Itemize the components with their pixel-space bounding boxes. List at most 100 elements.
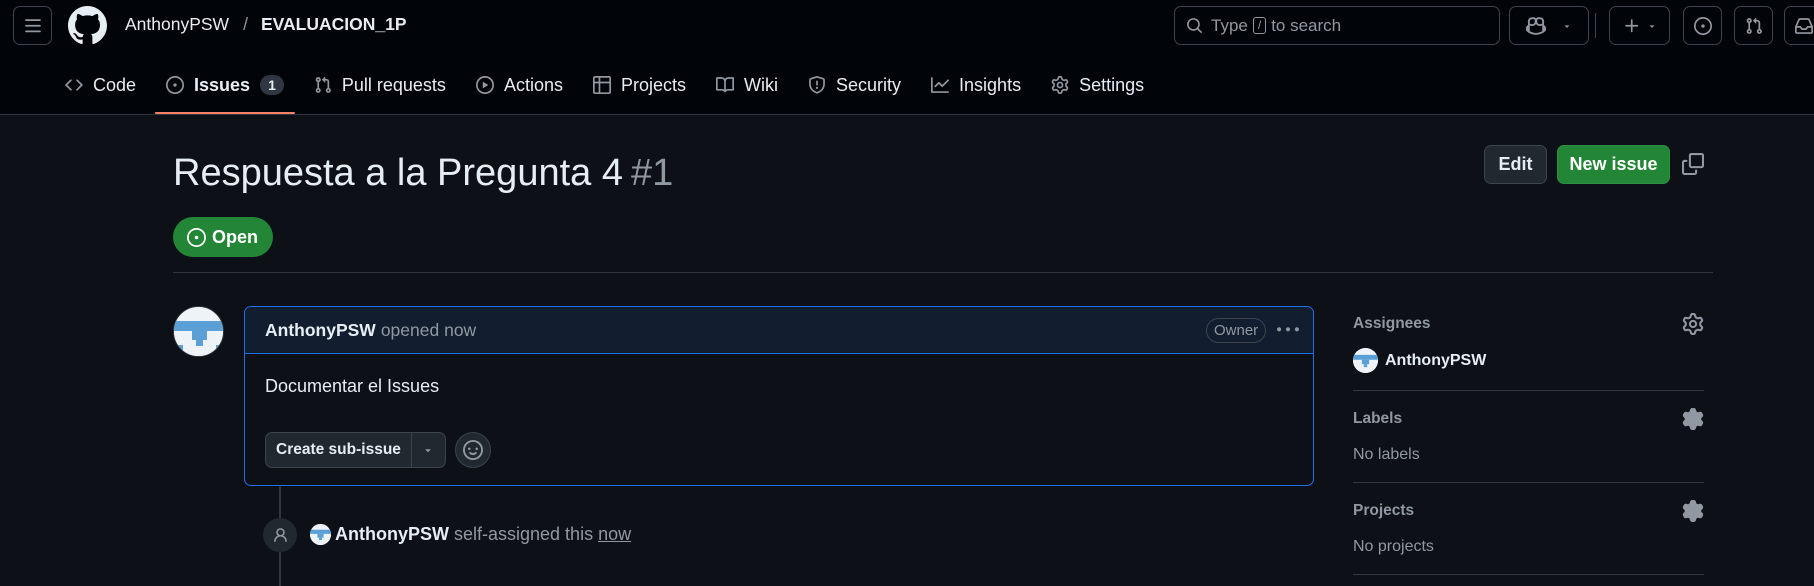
- comment-footer: Create sub-issue: [265, 432, 491, 468]
- page-title: Respuesta a la Pregunta 4 #1: [173, 152, 673, 195]
- triangle-down-icon: [425, 449, 432, 453]
- search-prefix: Type: [1211, 15, 1248, 35]
- assignees-settings-button[interactable]: [1682, 313, 1704, 335]
- edit-button[interactable]: Edit: [1484, 145, 1547, 184]
- labels-heading: Labels: [1353, 410, 1403, 427]
- issue-number: #1: [630, 152, 674, 194]
- timeline-event-badge: [263, 518, 297, 552]
- smiley-icon: [462, 440, 483, 460]
- comment-actions-button[interactable]: [1275, 319, 1301, 341]
- tab-label: Code: [93, 74, 137, 95]
- timeline-line: [279, 552, 281, 586]
- repo-nav-tabs: Code Issues 1 Pull requests Actions Proj…: [50, 62, 1159, 115]
- sidebar-divider: [1353, 574, 1704, 575]
- status-badge: Open: [173, 217, 274, 257]
- search-shortcut-key: /: [1252, 17, 1267, 34]
- new-issue-button[interactable]: New issue: [1557, 145, 1670, 184]
- issue-opened-icon: [1693, 16, 1712, 35]
- copy-icon: [1682, 153, 1704, 175]
- issue-title: Respuesta a la Pregunta 4: [173, 152, 623, 194]
- tab-label: Settings: [1079, 74, 1145, 95]
- comment-meta: opened now: [380, 319, 477, 340]
- tab-projects[interactable]: Projects: [578, 62, 701, 108]
- avatar[interactable]: [310, 524, 331, 545]
- shield-icon: [809, 76, 825, 94]
- issue-comment: AnthonyPSW opened now Owner Documentar e…: [244, 306, 1314, 486]
- tab-pull-requests[interactable]: Pull requests: [299, 62, 461, 108]
- create-sub-issue-button[interactable]: Create sub-issue: [265, 432, 446, 468]
- status-label: Open: [212, 226, 259, 247]
- issues-shortcut-button[interactable]: [1683, 6, 1722, 45]
- copy-link-button[interactable]: [1682, 153, 1706, 177]
- labels-settings-button[interactable]: [1682, 408, 1704, 430]
- projects-value: No projects: [1353, 538, 1434, 555]
- tab-security[interactable]: Security: [793, 62, 916, 108]
- github-logo-icon[interactable]: [68, 6, 107, 45]
- tab-code[interactable]: Code: [50, 62, 151, 108]
- breadcrumb-owner[interactable]: AnthonyPSW: [125, 14, 229, 35]
- issues-count-badge: 1: [260, 75, 284, 95]
- timeline-timestamp[interactable]: now: [598, 524, 631, 545]
- tab-label: Actions: [503, 74, 563, 95]
- copilot-button[interactable]: [1509, 6, 1589, 45]
- copilot-icon: [1526, 16, 1546, 35]
- breadcrumb: AnthonyPSW / EVALUACION_1P: [125, 14, 407, 35]
- tab-label: Issues: [194, 74, 251, 95]
- code-icon: [65, 79, 83, 91]
- plus-icon: [1624, 18, 1638, 32]
- projects-heading: Projects: [1353, 502, 1415, 519]
- issue-opened-icon: [166, 76, 185, 94]
- timeline-action: self-assigned this: [454, 524, 594, 544]
- inbox-icon: [1794, 17, 1813, 34]
- sub-issue-dropdown[interactable]: [412, 433, 445, 467]
- labels-value: No labels: [1353, 446, 1420, 463]
- header-divider: [1595, 13, 1596, 38]
- create-sub-issue-label[interactable]: Create sub-issue: [266, 433, 412, 467]
- tab-actions[interactable]: Actions: [461, 62, 578, 108]
- search-input[interactable]: Type / to search: [1174, 6, 1500, 45]
- menu-button[interactable]: [13, 6, 52, 45]
- tab-issues[interactable]: Issues 1: [151, 62, 299, 114]
- timeline-line: [279, 486, 281, 518]
- add-reaction-button[interactable]: [454, 432, 491, 468]
- tab-insights[interactable]: Insights: [916, 62, 1036, 108]
- timeline-event: AnthonyPSW self-assigned this now: [310, 524, 631, 545]
- global-header: AnthonyPSW / EVALUACION_1P Type / to sea…: [0, 0, 1814, 115]
- sidebar-divider: [1353, 482, 1704, 483]
- owner-badge: Owner: [1206, 318, 1267, 343]
- avatar[interactable]: [173, 306, 224, 357]
- comment-author[interactable]: AnthonyPSW: [265, 320, 376, 341]
- git-pull-request-icon: [315, 76, 331, 93]
- inbox-button[interactable]: [1784, 6, 1814, 45]
- create-new-button[interactable]: [1609, 6, 1670, 45]
- sidebar-projects: Projects No projects: [1353, 500, 1704, 556]
- pull-requests-shortcut-button[interactable]: [1734, 6, 1773, 45]
- gear-icon: [1682, 408, 1704, 430]
- tab-wiki[interactable]: Wiki: [701, 62, 793, 108]
- gear-icon: [1051, 76, 1069, 94]
- sidebar-labels: Labels No labels: [1353, 408, 1704, 464]
- timeline-author[interactable]: AnthonyPSW: [335, 524, 449, 545]
- projects-settings-button[interactable]: [1682, 500, 1704, 522]
- avatar: [1353, 348, 1378, 373]
- issue-opened-icon: [187, 227, 206, 247]
- chevron-down-icon: [1649, 24, 1654, 28]
- tab-settings[interactable]: Settings: [1036, 62, 1159, 108]
- breadcrumb-repo[interactable]: EVALUACION_1P: [261, 14, 407, 35]
- title-divider: [173, 272, 1713, 273]
- hamburger-icon: [24, 18, 41, 32]
- gear-icon: [1682, 500, 1704, 522]
- breadcrumb-separator: /: [243, 14, 248, 34]
- book-icon: [716, 77, 734, 93]
- assignee-name: AnthonyPSW: [1385, 351, 1487, 369]
- search-icon: [1187, 18, 1202, 33]
- git-pull-request-icon: [1746, 17, 1762, 34]
- kebab-horizontal-icon: [1277, 327, 1299, 332]
- assignee-item[interactable]: AnthonyPSW: [1353, 348, 1704, 373]
- comment-body: Documentar el Issues: [265, 376, 440, 396]
- tab-label: Security: [836, 74, 902, 95]
- person-icon: [273, 527, 287, 542]
- graph-icon: [931, 77, 950, 93]
- gear-icon: [1682, 313, 1704, 335]
- chevron-down-icon: [1564, 24, 1570, 28]
